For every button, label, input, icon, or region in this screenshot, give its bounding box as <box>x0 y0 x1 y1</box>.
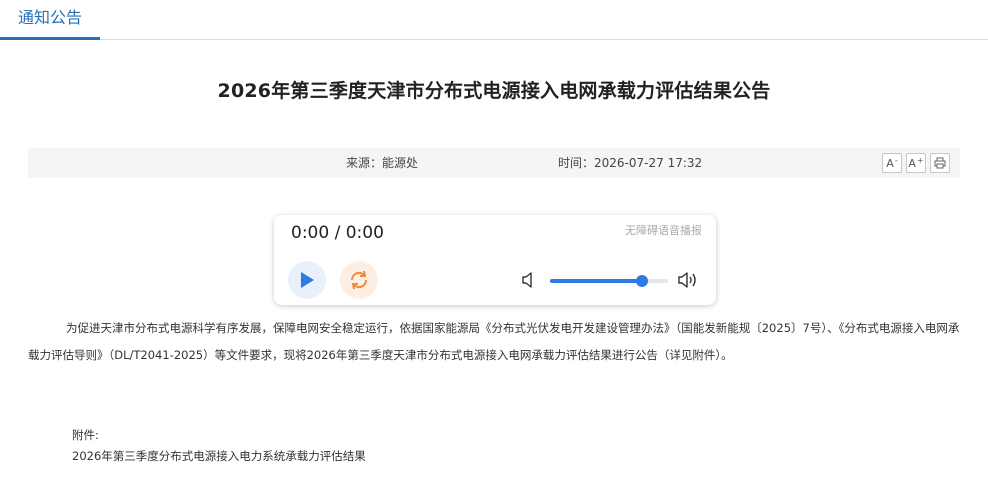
loop-button[interactable] <box>340 261 378 299</box>
font-decrease-button[interactable]: A- <box>882 153 902 173</box>
play-icon <box>301 272 314 288</box>
time-label: 时间： <box>558 156 595 170</box>
font-increase-button[interactable]: A + <box>906 153 926 173</box>
time-value: 2026-07-27 17:32 <box>594 156 703 170</box>
play-button[interactable] <box>288 261 326 299</box>
font-decrease-sup: - <box>894 155 898 165</box>
font-increase-label: A <box>908 156 916 170</box>
volume-slider-thumb[interactable] <box>636 275 649 287</box>
time-info: 时间：2026-07-27 17:32 <box>558 148 702 178</box>
font-decrease-label: A <box>886 156 894 170</box>
volume-high-icon[interactable] <box>677 271 699 289</box>
tab-notices[interactable]: 通知公告 <box>0 0 100 40</box>
attachment-label: 附件: <box>72 428 99 442</box>
attachment-section: 附件: 2026年第三季度分布式电源接入电力系统承载力评估结果 <box>72 425 366 467</box>
tab-bar: 通知公告 <box>0 0 988 40</box>
player-timecode: 0:00 / 0:00 <box>291 223 384 243</box>
font-increase-sup: + <box>916 155 924 165</box>
article-meta-bar: 来源：能源处 时间：2026-07-27 17:32 A- A + <box>28 148 960 178</box>
source-value: 能源处 <box>382 156 419 170</box>
audio-player: 0:00 / 0:00 无障碍语音播报 <box>274 215 716 305</box>
source-label: 来源： <box>346 156 383 170</box>
volume-slider[interactable] <box>550 275 668 287</box>
printer-icon <box>934 157 946 169</box>
volume-low-icon[interactable] <box>521 272 535 288</box>
source-info: 来源：能源处 <box>346 148 418 178</box>
page-title: 2026年第三季度天津市分布式电源接入电网承载力评估结果公告 <box>217 80 771 102</box>
volume-slider-fill <box>550 279 643 283</box>
print-button[interactable] <box>930 153 950 173</box>
accessibility-broadcast-label[interactable]: 无障碍语音播报 <box>625 222 702 238</box>
attachment-link[interactable]: 2026年第三季度分布式电源接入电力系统承载力评估结果 <box>72 446 366 467</box>
loop-icon <box>350 270 368 290</box>
article-tools: A- A + <box>882 153 950 173</box>
article-body: 为促进天津市分布式电源科学有序发展，保障电网安全稳定运行，依据国家能源局《分布式… <box>28 321 960 362</box>
